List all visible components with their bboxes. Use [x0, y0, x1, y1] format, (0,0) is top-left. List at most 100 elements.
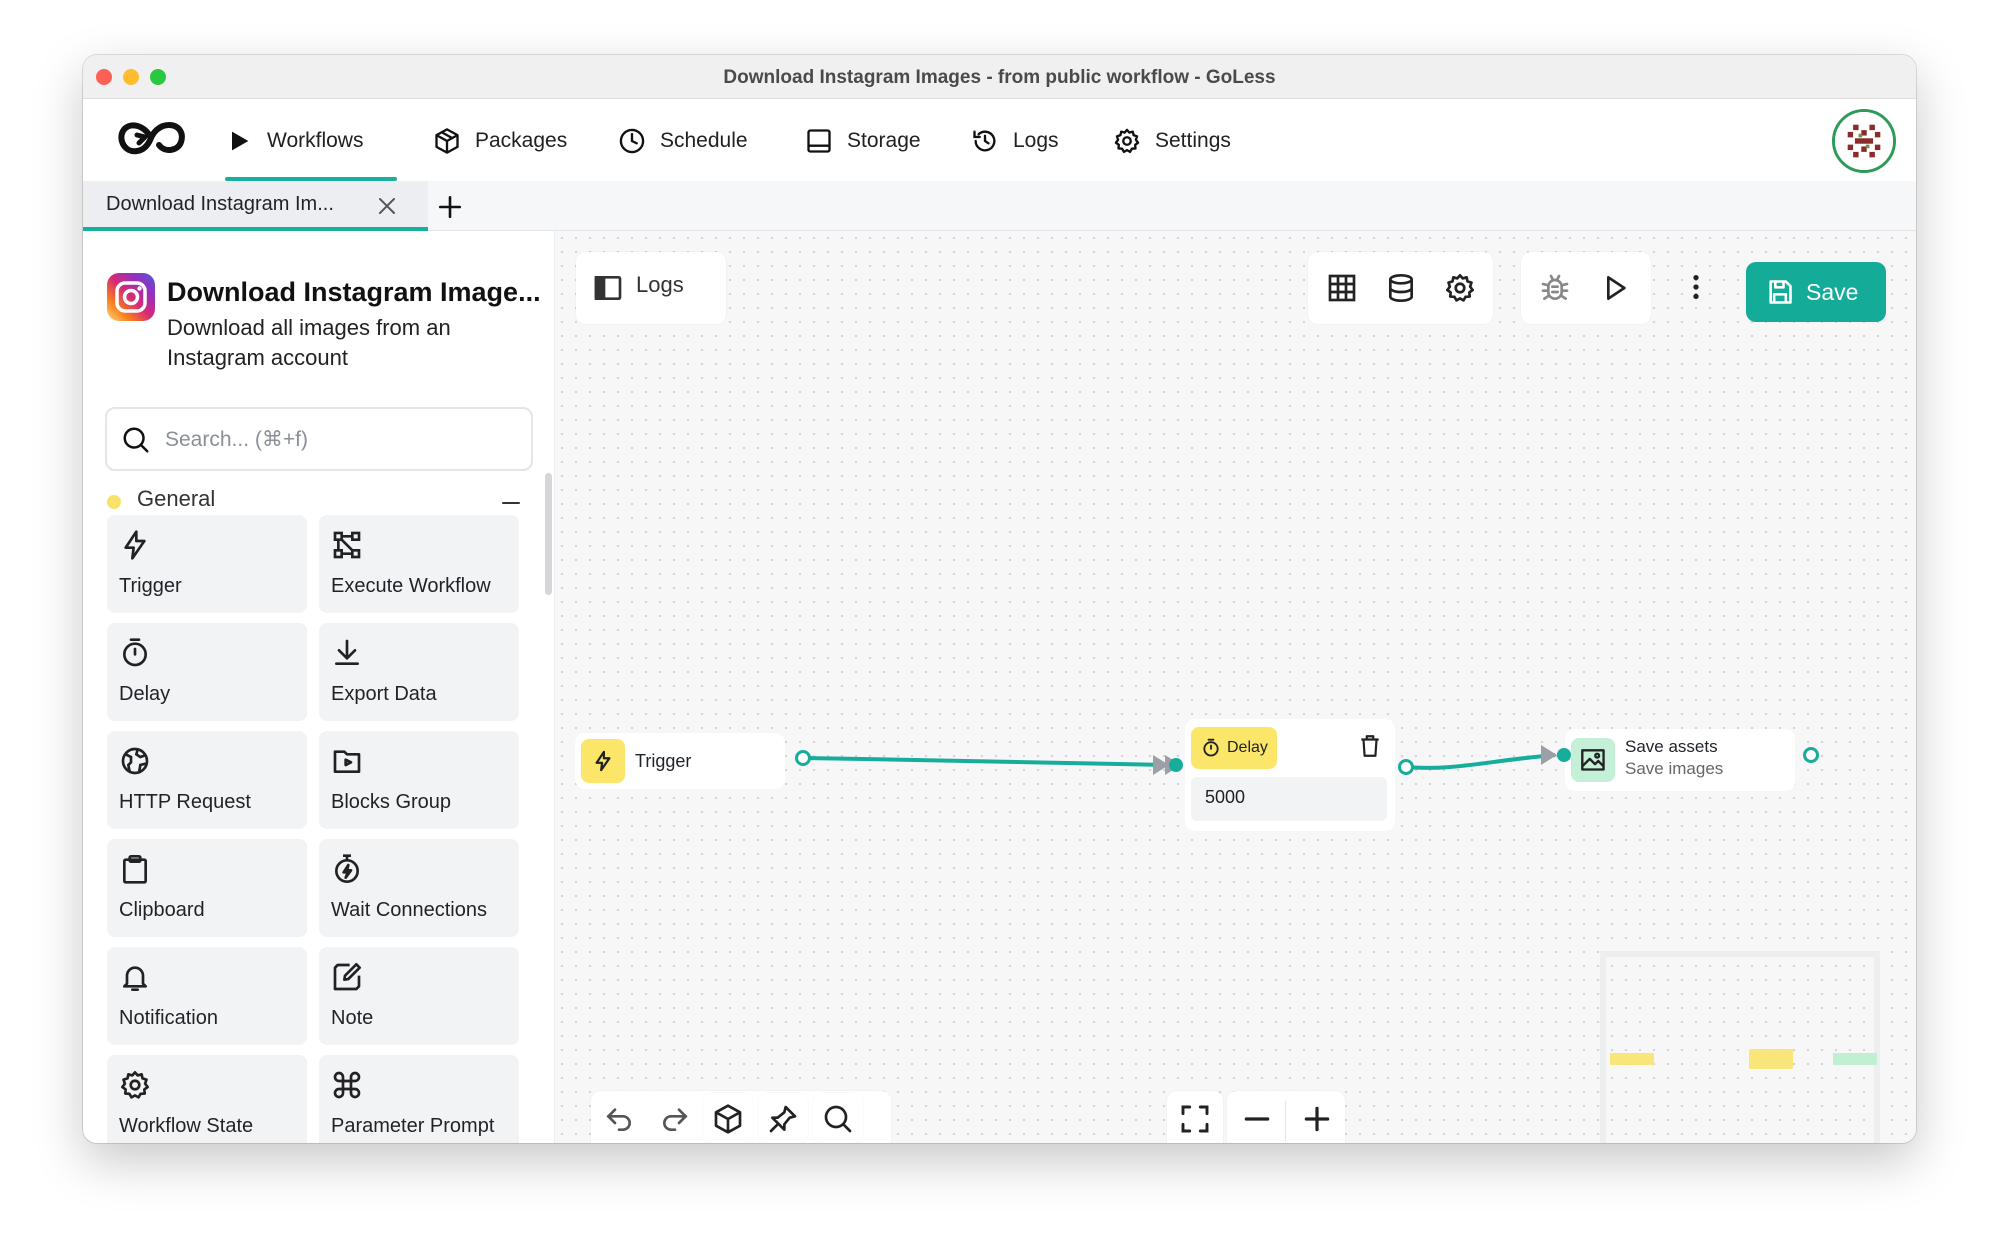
timer-icon: [1203, 738, 1219, 757]
node-label: Trigger: [635, 751, 692, 771]
input-handle[interactable]: [1169, 758, 1183, 772]
node-label: Delay: [1227, 739, 1268, 756]
block-label: Note: [331, 1007, 374, 1029]
clock-icon: [619, 128, 645, 154]
collapse-icon[interactable]: [499, 491, 523, 515]
block-clipboard[interactable]: Clipboard: [107, 839, 307, 937]
timer-icon: [123, 638, 147, 667]
globe-icon: [121, 747, 149, 775]
block-label: Notification: [119, 1007, 218, 1029]
clipboard-icon: [123, 855, 147, 884]
flow-icon: [333, 531, 361, 559]
connection-delay-save: [1404, 753, 1556, 770]
goless-logo-icon[interactable]: [115, 115, 187, 161]
search-icon[interactable]: [822, 1103, 854, 1135]
node-trigger[interactable]: Trigger: [575, 733, 785, 789]
nav-label: Packages: [475, 129, 568, 152]
block-label: Trigger: [119, 575, 182, 597]
pin-icon[interactable]: [767, 1103, 799, 1135]
block-label: HTTP Request: [119, 791, 251, 813]
group-label: General: [137, 486, 216, 511]
block-parameter-prompt[interactable]: Parameter Prompt: [319, 1055, 519, 1143]
block-wait-connections[interactable]: Wait Connections: [319, 839, 519, 937]
block-label: Parameter Prompt: [331, 1115, 495, 1137]
note-icon: [333, 963, 361, 991]
gear-icon: [1114, 128, 1140, 154]
image-icon: [1581, 749, 1605, 771]
nav-label: Workflows: [267, 129, 364, 152]
node-save-assets[interactable]: Save assets Save images: [1565, 729, 1795, 791]
node-header-badge: Delay: [1191, 727, 1277, 769]
delay-value-input[interactable]: 5000: [1191, 777, 1387, 821]
nav-label: Schedule: [660, 129, 748, 152]
block-label: Export Data: [331, 683, 437, 705]
title-bar: Download Instagram Images - from public …: [83, 55, 1916, 99]
add-tab-icon[interactable]: [437, 194, 463, 220]
gear-icon: [121, 1071, 149, 1099]
minimap-node-delay: [1749, 1049, 1793, 1069]
package-icon[interactable]: [712, 1103, 744, 1135]
divider: [1285, 1101, 1286, 1141]
user-avatar[interactable]: [1832, 109, 1896, 173]
nav-label: Storage: [847, 129, 921, 152]
block-label: Execute Workflow: [331, 575, 491, 597]
workflow-canvas[interactable]: Logs Save Trigger Delay 5000 Save assets…: [555, 231, 1916, 1143]
storage-icon: [807, 129, 831, 153]
block-label: Clipboard: [119, 899, 205, 921]
output-handle[interactable]: [1803, 747, 1819, 763]
workflow-description[interactable]: Download all images from an Instagram ac…: [167, 313, 487, 373]
workflow-tab[interactable]: Download Instagram Im...: [83, 181, 428, 231]
nav-workflows[interactable]: Workflows: [225, 121, 363, 161]
avatar-pattern-icon: [1835, 112, 1893, 170]
sidebar-scrollbar[interactable]: [545, 473, 552, 595]
highlight-tool: [758, 1093, 808, 1143]
block-delay[interactable]: Delay: [107, 623, 307, 721]
search-tool: [813, 1093, 863, 1143]
input-handle[interactable]: [1557, 748, 1571, 762]
block-label: Wait Connections: [331, 899, 487, 921]
block-trigger[interactable]: Trigger: [107, 515, 307, 613]
block-note[interactable]: Note: [319, 947, 519, 1045]
block-blocks-group[interactable]: Blocks Group: [319, 731, 519, 829]
workflow-title[interactable]: Download Instagram Image...: [167, 277, 541, 308]
node-icon-box: [581, 739, 625, 783]
output-handle[interactable]: [1398, 759, 1414, 775]
block-http-request[interactable]: HTTP Request: [107, 731, 307, 829]
workflow-tabbar: Download Instagram Im...: [83, 181, 1916, 231]
download-icon: [335, 639, 359, 665]
nav-schedule[interactable]: Schedule: [618, 121, 748, 161]
node-icon-box: [1571, 738, 1615, 782]
undo-icon[interactable]: [603, 1103, 635, 1135]
nav-settings[interactable]: Settings: [1113, 121, 1231, 161]
trash-icon[interactable]: [1357, 733, 1383, 759]
search-input[interactable]: [165, 423, 515, 457]
minimap[interactable]: [1600, 951, 1880, 1143]
app-window: Download Instagram Images - from public …: [83, 55, 1916, 1143]
minimap-node-save-assets: [1833, 1053, 1877, 1065]
zoom-in-icon[interactable]: [1301, 1103, 1333, 1135]
search-icon: [123, 427, 149, 453]
stopwatch-icon: [335, 854, 359, 883]
command-icon: [333, 1071, 361, 1099]
output-handle[interactable]: [795, 750, 811, 766]
block-execute-workflow[interactable]: Execute Workflow: [319, 515, 519, 613]
package-icon: [435, 128, 459, 154]
bell-icon: [123, 966, 147, 991]
fullscreen-icon[interactable]: [1179, 1103, 1211, 1135]
zoom-controls: [1227, 1091, 1345, 1143]
zoom-out-icon[interactable]: [1241, 1103, 1273, 1135]
block-search: [105, 407, 533, 471]
nav-logs[interactable]: Logs: [971, 121, 1059, 161]
close-icon[interactable]: [375, 194, 399, 218]
nav-packages[interactable]: Packages: [433, 121, 567, 161]
instagram-icon: [107, 273, 155, 321]
block-workflow-state[interactable]: Workflow State: [107, 1055, 307, 1143]
node-delay[interactable]: Delay 5000: [1185, 719, 1395, 831]
nav-storage[interactable]: Storage: [805, 121, 921, 161]
arrow-head: [1541, 745, 1557, 765]
block-label: Workflow State: [119, 1115, 254, 1137]
block-export-data[interactable]: Export Data: [319, 623, 519, 721]
redo-icon[interactable]: [659, 1103, 691, 1135]
play-icon: [232, 131, 249, 151]
block-notification[interactable]: Notification: [107, 947, 307, 1045]
